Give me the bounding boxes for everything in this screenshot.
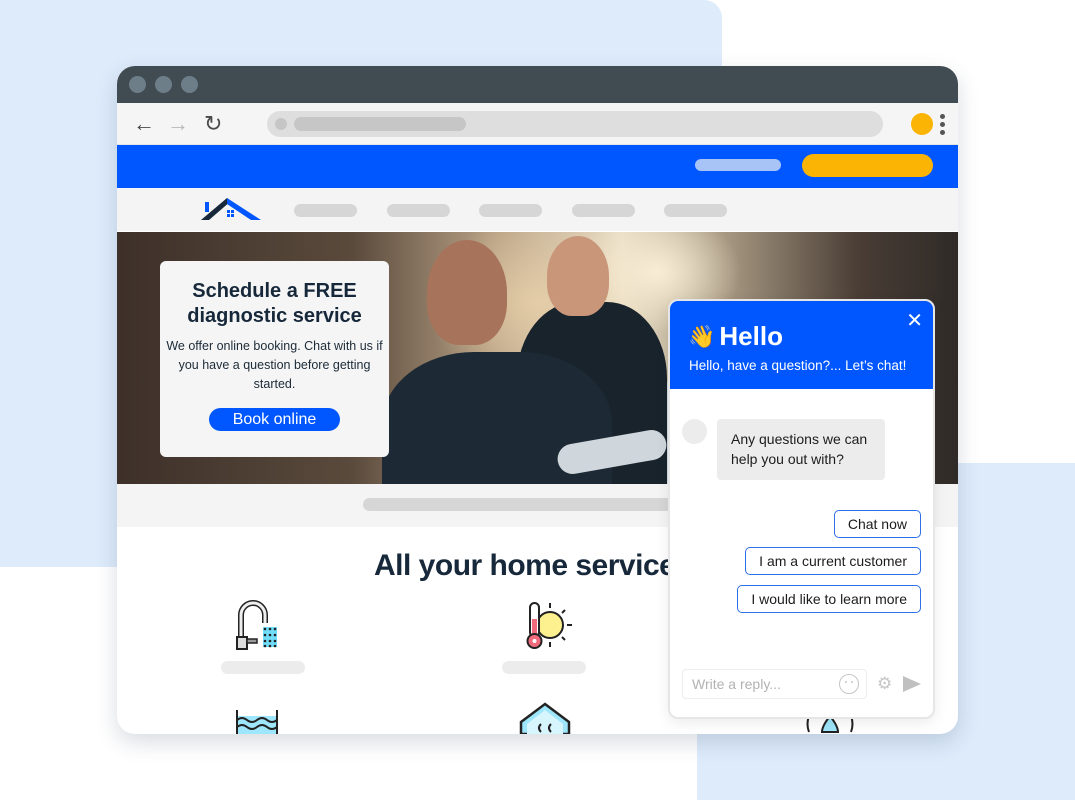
chat-title-text: Hello — [719, 321, 783, 351]
faucet-icon[interactable] — [235, 599, 283, 651]
quick-reply-learn-more[interactable]: I would like to learn more — [737, 585, 921, 613]
reload-icon[interactable]: ↻ — [204, 113, 222, 135]
window-control-maximize[interactable] — [181, 76, 198, 93]
promo-description: We offer online booking. Chat with us if… — [166, 339, 383, 391]
nav-item[interactable] — [664, 204, 727, 217]
address-bar[interactable] — [267, 111, 883, 137]
agent-avatar — [682, 419, 707, 444]
site-top-bar — [117, 145, 958, 188]
top-bar-link[interactable] — [695, 159, 781, 171]
window-control-minimize[interactable] — [155, 76, 172, 93]
chat-message: Any questions we can help you out with? — [717, 419, 885, 480]
quick-reply-chat-now[interactable]: Chat now — [833, 510, 921, 538]
profile-avatar[interactable] — [911, 113, 933, 135]
book-online-button[interactable]: Book online — [209, 408, 340, 431]
arrow-left-icon[interactable]: ← — [133, 113, 155, 135]
site-info-icon — [275, 118, 287, 130]
send-icon[interactable] — [903, 676, 921, 692]
hero-photo-technician — [427, 240, 507, 345]
chat-subtitle: Hello, have a question?... Let’s chat! — [689, 358, 907, 373]
window-control-close[interactable] — [129, 76, 146, 93]
browser-titlebar — [117, 66, 958, 103]
chat-widget: 👋 Hello ✕ Hello, have a question?... Let… — [668, 299, 935, 719]
arrow-right-icon[interactable]: → — [167, 113, 189, 135]
nav-item[interactable] — [387, 204, 450, 217]
house-logo-icon[interactable] — [201, 198, 261, 220]
browser-menu-icon[interactable] — [940, 114, 946, 135]
house-humidity-icon[interactable] — [519, 702, 571, 734]
chat-title: 👋 Hello — [688, 321, 783, 352]
url-placeholder — [294, 117, 466, 131]
reply-box — [682, 669, 867, 699]
chat-header: 👋 Hello ✕ Hello, have a question?... Let… — [670, 301, 933, 389]
reply-input[interactable] — [683, 670, 833, 698]
water-tank-icon[interactable] — [235, 710, 279, 734]
nav-item[interactable] — [294, 204, 357, 217]
nav-item[interactable] — [572, 204, 635, 217]
promo-card: Schedule a FREE diagnostic service We of… — [160, 261, 389, 457]
emoji-icon[interactable] — [839, 674, 859, 694]
promo-title: Schedule a FREE diagnostic service — [187, 280, 362, 327]
close-icon[interactable]: ✕ — [906, 311, 923, 331]
nav-item[interactable] — [479, 204, 542, 217]
service-label-placeholder — [502, 661, 586, 674]
thermometer-sun-icon[interactable] — [522, 599, 572, 651]
top-bar-cta-button[interactable] — [802, 154, 933, 177]
hero-photo-technician — [547, 236, 609, 316]
gear-icon[interactable]: ⚙ — [877, 674, 892, 694]
service-label-placeholder — [221, 661, 305, 674]
browser-toolbar: ← → ↻ — [117, 103, 958, 145]
quick-reply-current-customer[interactable]: I am a current customer — [745, 547, 921, 575]
site-navigation — [117, 188, 958, 231]
waving-hand-icon: 👋 — [688, 323, 716, 349]
